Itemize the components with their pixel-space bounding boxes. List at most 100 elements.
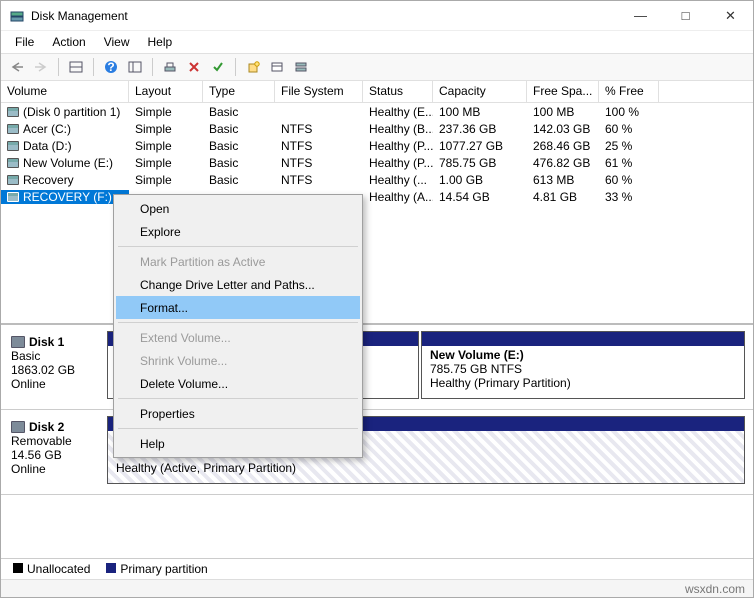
- volume-icon: [7, 175, 19, 185]
- cell: 100 %: [599, 105, 659, 119]
- disk-label-1: Disk 1 Basic 1863.02 GB Online: [9, 331, 101, 399]
- context-menu: Open Explore Mark Partition as Active Ch…: [113, 194, 363, 458]
- cell: Healthy (P...: [363, 139, 433, 153]
- menu-file[interactable]: File: [7, 33, 42, 51]
- disk-status: Online: [11, 377, 101, 391]
- col-type[interactable]: Type: [203, 81, 275, 102]
- cell: Basic: [203, 139, 275, 153]
- legend-unallocated: Unallocated: [13, 562, 90, 576]
- cell: Basic: [203, 156, 275, 170]
- cell: Simple: [129, 105, 203, 119]
- cell: Recovery: [1, 173, 129, 187]
- partition-title: New Volume (E:): [430, 348, 524, 362]
- cell: Healthy (...: [363, 173, 433, 187]
- ctx-explore[interactable]: Explore: [116, 220, 360, 243]
- settings-button[interactable]: [125, 57, 145, 77]
- menu-help[interactable]: Help: [140, 33, 181, 51]
- cell: 61 %: [599, 156, 659, 170]
- volume-row[interactable]: New Volume (E:)SimpleBasicNTFSHealthy (P…: [1, 154, 753, 171]
- new-volume-button[interactable]: [243, 57, 263, 77]
- cell: Healthy (B...: [363, 122, 433, 136]
- volume-icon: [7, 107, 19, 117]
- toolbar-separator: [93, 58, 94, 76]
- menu-view[interactable]: View: [96, 33, 138, 51]
- disk-size: 1863.02 GB: [11, 363, 101, 377]
- ctx-divider: [118, 428, 358, 429]
- disk-type: Removable: [11, 434, 101, 448]
- close-button[interactable]: ✕: [708, 1, 753, 30]
- disks-button[interactable]: [291, 57, 311, 77]
- volume-row[interactable]: Data (D:)SimpleBasicNTFSHealthy (P...107…: [1, 137, 753, 154]
- col-capacity[interactable]: Capacity: [433, 81, 527, 102]
- disk-size: 14.56 GB: [11, 448, 101, 462]
- disk-icon: [11, 421, 25, 433]
- cell: 268.46 GB: [527, 139, 599, 153]
- toolbar-separator: [152, 58, 153, 76]
- legend-primary: Primary partition: [106, 562, 207, 576]
- cell: RECOVERY (F:): [1, 190, 129, 204]
- col-layout[interactable]: Layout: [129, 81, 203, 102]
- window-controls: — □ ✕: [618, 1, 753, 30]
- disk-status: Online: [11, 462, 101, 476]
- cell: Acer (C:): [1, 122, 129, 136]
- ctx-divider: [118, 246, 358, 247]
- app-icon: [9, 8, 25, 24]
- ctx-format[interactable]: Format...: [116, 296, 360, 319]
- cell: Basic: [203, 105, 275, 119]
- cell: Healthy (P...: [363, 156, 433, 170]
- cell: Simple: [129, 156, 203, 170]
- col-pctfree[interactable]: % Free: [599, 81, 659, 102]
- ctx-properties[interactable]: Properties: [116, 402, 360, 425]
- cell: 476.82 GB: [527, 156, 599, 170]
- cell: (Disk 0 partition 1): [1, 105, 129, 119]
- cell: New Volume (E:): [1, 156, 129, 170]
- back-button[interactable]: [7, 57, 27, 77]
- ctx-change-letter[interactable]: Change Drive Letter and Paths...: [116, 273, 360, 296]
- cell: Data (D:): [1, 139, 129, 153]
- minimize-button[interactable]: —: [618, 1, 663, 30]
- col-volume[interactable]: Volume: [1, 81, 129, 102]
- cell: NTFS: [275, 139, 363, 153]
- col-status[interactable]: Status: [363, 81, 433, 102]
- cell: NTFS: [275, 122, 363, 136]
- maximize-button[interactable]: □: [663, 1, 708, 30]
- check-button[interactable]: [208, 57, 228, 77]
- forward-button[interactable]: [31, 57, 51, 77]
- col-filesystem[interactable]: File System: [275, 81, 363, 102]
- volume-table-header: Volume Layout Type File System Status Ca…: [1, 81, 753, 103]
- cell: 14.54 GB: [433, 190, 527, 204]
- disk-label-2: Disk 2 Removable 14.56 GB Online: [9, 416, 101, 484]
- cell: 142.03 GB: [527, 122, 599, 136]
- volume-row[interactable]: Acer (C:)SimpleBasicNTFSHealthy (B...237…: [1, 120, 753, 137]
- ctx-mark-active: Mark Partition as Active: [116, 250, 360, 273]
- window-title: Disk Management: [31, 9, 618, 23]
- properties-button[interactable]: [267, 57, 287, 77]
- volume-row[interactable]: (Disk 0 partition 1)SimpleBasicHealthy (…: [1, 103, 753, 120]
- menu-action[interactable]: Action: [44, 33, 93, 51]
- volume-icon: [7, 192, 19, 202]
- cell: Simple: [129, 139, 203, 153]
- ctx-open[interactable]: Open: [116, 197, 360, 220]
- legend: Unallocated Primary partition: [1, 558, 753, 578]
- cell: 237.36 GB: [433, 122, 527, 136]
- disk-name: Disk 2: [29, 420, 64, 434]
- ctx-delete[interactable]: Delete Volume...: [116, 372, 360, 395]
- help-button[interactable]: ?: [101, 57, 121, 77]
- toolbar-separator: [58, 58, 59, 76]
- cell: Simple: [129, 122, 203, 136]
- cell: 1077.27 GB: [433, 139, 527, 153]
- scan-button[interactable]: [160, 57, 180, 77]
- col-free[interactable]: Free Spa...: [527, 81, 599, 102]
- cell: Basic: [203, 173, 275, 187]
- cell: 100 MB: [527, 105, 599, 119]
- volume-row[interactable]: RecoverySimpleBasicNTFSHealthy (...1.00 …: [1, 171, 753, 188]
- partition-size: 785.75 GB NTFS: [430, 362, 736, 376]
- toolbar-separator: [235, 58, 236, 76]
- delete-button[interactable]: [184, 57, 204, 77]
- layout-button[interactable]: [66, 57, 86, 77]
- ctx-help[interactable]: Help: [116, 432, 360, 455]
- cell: 4.81 GB: [527, 190, 599, 204]
- cell: 33 %: [599, 190, 659, 204]
- ctx-extend: Extend Volume...: [116, 326, 360, 349]
- disk1-part-newvolume[interactable]: New Volume (E:) 785.75 GB NTFS Healthy (…: [421, 331, 745, 399]
